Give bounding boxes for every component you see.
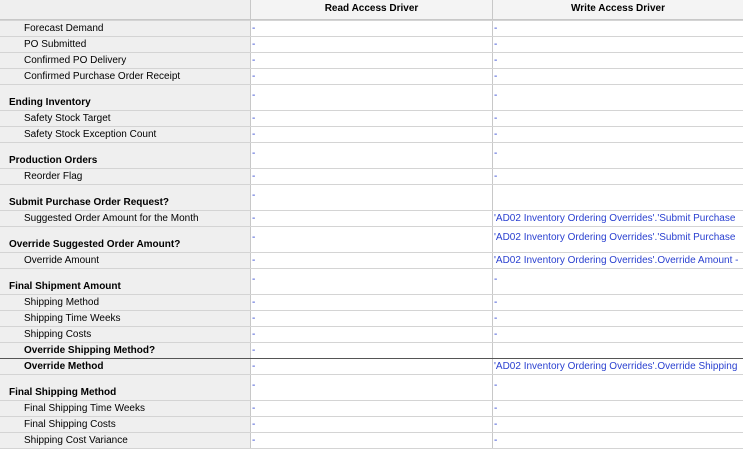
- grid-body: Forecast Demand - - PO Submitted - - Confirmed…: [0, 21, 743, 449]
- write-access-driver-cell[interactable]: 'AD02 Inventory Ordering Overrides'.'Sub…: [493, 211, 743, 226]
- write-access-driver-cell[interactable]: [493, 343, 743, 358]
- write-access-driver-cell[interactable]: -: [493, 127, 743, 142]
- write-access-driver-cell[interactable]: -: [493, 417, 743, 432]
- row-label[interactable]: Ending Inventory: [0, 85, 251, 110]
- write-access-driver-cell[interactable]: -: [493, 85, 743, 110]
- read-access-driver-cell[interactable]: -: [251, 295, 493, 310]
- write-access-driver-cell[interactable]: -: [493, 169, 743, 184]
- row-label[interactable]: Confirmed Purchase Order Receipt: [0, 69, 251, 84]
- table-row: PO Submitted - -: [0, 37, 743, 53]
- table-row: Ending Inventory - -: [0, 85, 743, 111]
- read-access-driver-cell[interactable]: -: [251, 359, 493, 374]
- row-label[interactable]: Submit Purchase Order Request?: [0, 185, 251, 210]
- row-label[interactable]: Final Shipping Time Weeks: [0, 401, 251, 416]
- write-access-driver-cell[interactable]: -: [493, 37, 743, 52]
- write-access-driver-cell[interactable]: [493, 185, 743, 210]
- row-label[interactable]: Final Shipping Method: [0, 375, 251, 400]
- read-access-driver-cell[interactable]: -: [251, 21, 493, 36]
- read-access-driver-cell[interactable]: -: [251, 185, 493, 210]
- read-access-driver-cell[interactable]: -: [251, 53, 493, 68]
- write-access-driver-cell[interactable]: -: [493, 295, 743, 310]
- row-label[interactable]: Shipping Cost Variance: [0, 433, 251, 448]
- read-access-driver-cell[interactable]: -: [251, 211, 493, 226]
- table-row: Override Shipping Method? -: [0, 343, 743, 359]
- table-row: Override Suggested Order Amount? - 'AD02 I…: [0, 227, 743, 253]
- read-access-driver-cell[interactable]: -: [251, 127, 493, 142]
- access-driver-grid: Read Access Driver Write Access Driver F…: [0, 0, 743, 449]
- write-access-driver-cell[interactable]: 'AD02 Inventory Ordering Overrides'.Over…: [493, 359, 743, 374]
- row-label[interactable]: Override Amount: [0, 253, 251, 268]
- write-access-driver-cell[interactable]: -: [493, 327, 743, 342]
- row-label[interactable]: Safety Stock Exception Count: [0, 127, 251, 142]
- row-label[interactable]: Override Method: [0, 359, 251, 374]
- row-label[interactable]: Safety Stock Target: [0, 111, 251, 126]
- table-row: Final Shipping Costs - -: [0, 417, 743, 433]
- write-access-driver-cell[interactable]: -: [493, 111, 743, 126]
- row-label[interactable]: PO Submitted: [0, 37, 251, 52]
- row-label[interactable]: Production Orders: [0, 143, 251, 168]
- table-row: Forecast Demand - -: [0, 21, 743, 37]
- table-row: Shipping Cost Variance - -: [0, 433, 743, 449]
- read-access-driver-cell[interactable]: -: [251, 269, 493, 294]
- row-label[interactable]: Shipping Costs: [0, 327, 251, 342]
- read-access-driver-cell[interactable]: -: [251, 375, 493, 400]
- column-header-write-access-driver[interactable]: Write Access Driver: [493, 0, 743, 20]
- row-label[interactable]: Forecast Demand: [0, 21, 251, 36]
- row-label[interactable]: Override Shipping Method?: [0, 343, 251, 358]
- row-label[interactable]: Suggested Order Amount for the Month: [0, 211, 251, 226]
- write-access-driver-cell[interactable]: 'AD02 Inventory Ordering Overrides'.'Sub…: [493, 227, 743, 252]
- row-label[interactable]: Shipping Time Weeks: [0, 311, 251, 326]
- table-row: Confirmed Purchase Order Receipt - -: [0, 69, 743, 85]
- write-access-driver-cell[interactable]: -: [493, 143, 743, 168]
- read-access-driver-cell[interactable]: -: [251, 253, 493, 268]
- table-row: Submit Purchase Order Request? -: [0, 185, 743, 211]
- table-row: Safety Stock Target - -: [0, 111, 743, 127]
- read-access-driver-cell[interactable]: -: [251, 433, 493, 448]
- table-row: Final Shipping Method - -: [0, 375, 743, 401]
- table-row: Confirmed PO Delivery - -: [0, 53, 743, 69]
- header-row: Read Access Driver Write Access Driver: [0, 0, 743, 21]
- table-row: Shipping Time Weeks - -: [0, 311, 743, 327]
- write-access-driver-cell[interactable]: -: [493, 69, 743, 84]
- read-access-driver-cell[interactable]: -: [251, 37, 493, 52]
- read-access-driver-cell[interactable]: -: [251, 227, 493, 252]
- write-access-driver-cell[interactable]: -: [493, 311, 743, 326]
- row-label[interactable]: Shipping Method: [0, 295, 251, 310]
- write-access-driver-cell[interactable]: -: [493, 375, 743, 400]
- row-label[interactable]: Final Shipment Amount: [0, 269, 251, 294]
- table-row: Shipping Method - -: [0, 295, 743, 311]
- read-access-driver-cell[interactable]: -: [251, 327, 493, 342]
- write-access-driver-cell[interactable]: -: [493, 269, 743, 294]
- row-label[interactable]: Confirmed PO Delivery: [0, 53, 251, 68]
- table-row: Shipping Costs - -: [0, 327, 743, 343]
- row-label[interactable]: Override Suggested Order Amount?: [0, 227, 251, 252]
- read-access-driver-cell[interactable]: -: [251, 343, 493, 358]
- row-label[interactable]: Reorder Flag: [0, 169, 251, 184]
- write-access-driver-cell[interactable]: -: [493, 21, 743, 36]
- read-access-driver-cell[interactable]: -: [251, 143, 493, 168]
- table-row: Production Orders - -: [0, 143, 743, 169]
- table-row: Override Amount - 'AD02 Inventory Ordering…: [0, 253, 743, 269]
- read-access-driver-cell[interactable]: -: [251, 111, 493, 126]
- read-access-driver-cell[interactable]: -: [251, 169, 493, 184]
- table-row: Suggested Order Amount for the Month - 'AD…: [0, 211, 743, 227]
- write-access-driver-cell[interactable]: 'AD02 Inventory Ordering Overrides'.Over…: [493, 253, 743, 268]
- table-row: Final Shipping Time Weeks - -: [0, 401, 743, 417]
- write-access-driver-cell[interactable]: -: [493, 53, 743, 68]
- table-row: Reorder Flag - -: [0, 169, 743, 185]
- column-header-read-access-driver[interactable]: Read Access Driver: [251, 0, 493, 20]
- write-access-driver-cell[interactable]: -: [493, 401, 743, 416]
- table-row: Final Shipment Amount - -: [0, 269, 743, 295]
- read-access-driver-cell[interactable]: -: [251, 85, 493, 110]
- write-access-driver-cell[interactable]: -: [493, 433, 743, 448]
- table-row: Safety Stock Exception Count - -: [0, 127, 743, 143]
- read-access-driver-cell[interactable]: -: [251, 69, 493, 84]
- table-row: Override Method - 'AD02 Inventory Ordering…: [0, 359, 743, 375]
- read-access-driver-cell[interactable]: -: [251, 417, 493, 432]
- row-label[interactable]: Final Shipping Costs: [0, 417, 251, 432]
- read-access-driver-cell[interactable]: -: [251, 311, 493, 326]
- corner-header: [0, 0, 251, 20]
- read-access-driver-cell[interactable]: -: [251, 401, 493, 416]
